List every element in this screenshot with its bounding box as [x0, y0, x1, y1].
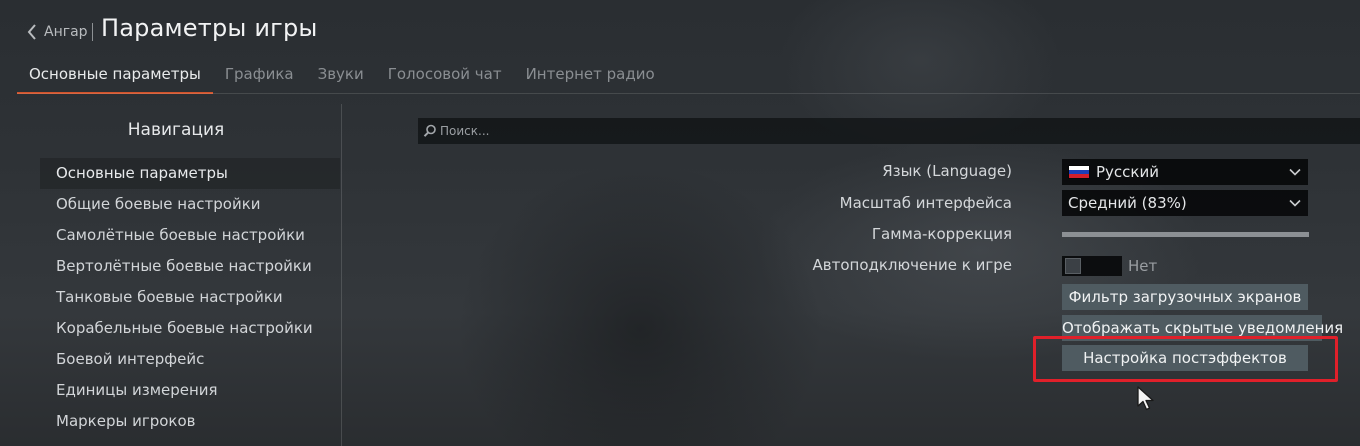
tab-graphics[interactable]: Графика	[213, 58, 306, 94]
nav-item-battle-hud[interactable]: Боевой интерфейс	[40, 344, 340, 375]
panel-divider	[341, 104, 342, 446]
tab-sound[interactable]: Звуки	[306, 58, 376, 94]
page-title: Параметры игры	[101, 14, 318, 42]
nav-item-tank-battle[interactable]: Танковые боевые настройки	[40, 282, 340, 313]
ui-scale-value: Средний (83%)	[1068, 194, 1187, 212]
autoconnect-toggle[interactable]	[1062, 256, 1122, 276]
ui-scale-dropdown[interactable]: Средний (83%)	[1062, 190, 1308, 216]
nav-item-helicopter-battle[interactable]: Вертолётные боевые настройки	[40, 251, 340, 282]
navigation-list: Основные параметры Общие боевые настройк…	[40, 158, 340, 437]
nav-item-naval-battle[interactable]: Корабельные боевые настройки	[40, 313, 340, 344]
nav-item-units[interactable]: Единицы измерения	[40, 375, 340, 406]
mouse-cursor-icon	[1137, 386, 1154, 411]
loading-screens-filter-button[interactable]: Фильтр загрузочных экранов	[1062, 284, 1308, 310]
header-separator	[92, 23, 93, 41]
gamma-slider[interactable]	[1062, 232, 1309, 237]
autoconnect-value: Нет	[1128, 257, 1158, 275]
tabs-divider	[17, 93, 1360, 94]
tab-voice-chat[interactable]: Голосовой чат	[376, 58, 514, 94]
back-to-hangar-link[interactable]: Ангар	[26, 20, 88, 44]
tab-internet-radio[interactable]: Интернет радио	[514, 58, 667, 94]
nav-item-general-battle[interactable]: Общие боевые настройки	[40, 189, 340, 220]
back-label: Ангар	[44, 24, 88, 40]
chevron-left-icon	[27, 24, 36, 40]
language-label: Язык (Language)	[882, 162, 1012, 180]
nav-item-player-markers[interactable]: Маркеры игроков	[40, 406, 340, 437]
navigation-panel: Навигация Основные параметры Общие боевы…	[0, 104, 342, 446]
chevron-down-icon	[1289, 199, 1301, 207]
language-value: Русский	[1096, 163, 1159, 181]
gamma-label: Гамма-коррекция	[871, 225, 1012, 243]
gamma-slider-fill	[1062, 232, 1309, 237]
tab-main-settings[interactable]: Основные параметры	[17, 58, 213, 94]
chevron-down-icon	[1289, 168, 1301, 176]
search-input[interactable]	[440, 124, 1360, 138]
search-bar	[418, 118, 1360, 144]
toggle-knob	[1065, 258, 1081, 274]
settings-tabs: Основные параметры Графика Звуки Голосов…	[17, 58, 667, 94]
autoconnect-label: Автоподключение к игре	[812, 256, 1013, 274]
ui-scale-label: Масштаб интерфейса	[839, 194, 1012, 212]
nav-item-main-settings[interactable]: Основные параметры	[40, 158, 340, 189]
russia-flag-icon	[1068, 165, 1090, 179]
nav-item-aircraft-battle[interactable]: Самолётные боевые настройки	[40, 220, 340, 251]
highlight-annotation	[1033, 336, 1338, 382]
navigation-title: Навигация	[127, 120, 225, 140]
header: Ангар Параметры игры	[0, 0, 1360, 56]
search-icon	[423, 124, 436, 137]
language-dropdown[interactable]: Русский	[1062, 159, 1308, 185]
